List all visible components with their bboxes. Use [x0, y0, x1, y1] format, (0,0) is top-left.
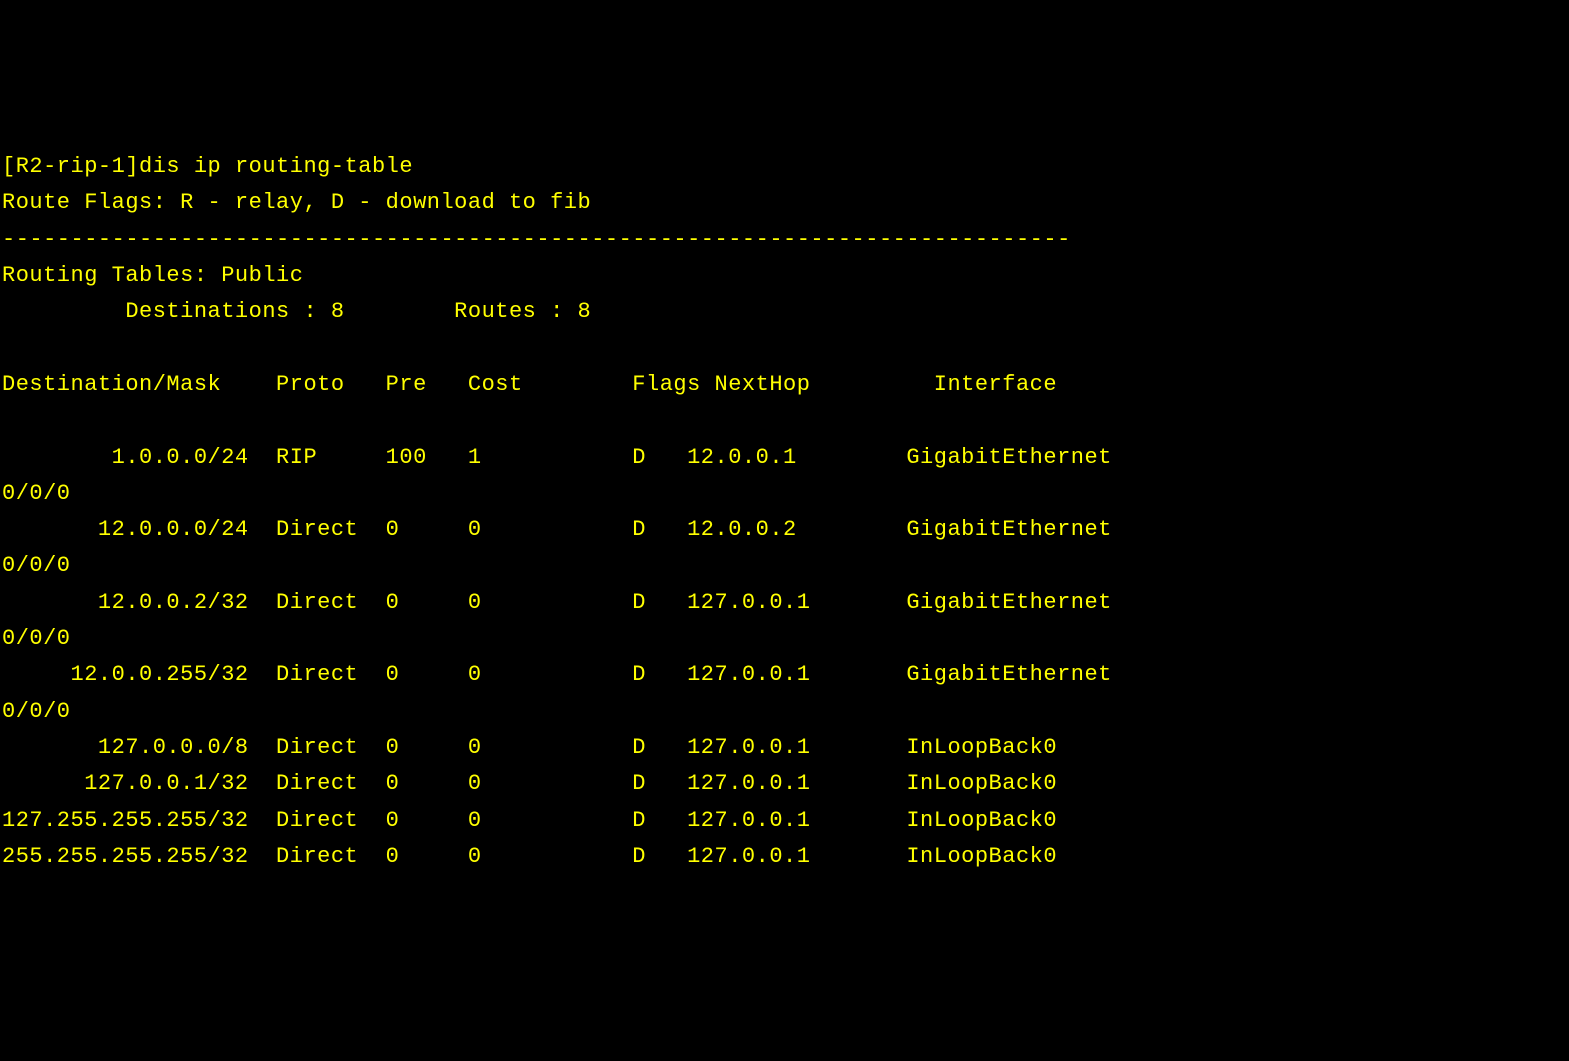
summary-line: Destinations : 8 Routes : 8 [2, 299, 591, 324]
prompt: [R2-rip-1] [2, 154, 139, 179]
routing-rows: 1.0.0.0/24 RIP 100 1 D 12.0.0.1 GigabitE… [2, 445, 1112, 869]
routing-table-header: Routing Tables: Public [2, 263, 303, 288]
command: dis ip routing-table [139, 154, 413, 179]
column-headers: Destination/Mask Proto Pre Cost Flags Ne… [2, 372, 1057, 397]
flags-legend: Route Flags: R - relay, D - download to … [2, 190, 591, 215]
terminal-output: [R2-rip-1]dis ip routing-table Route Fla… [2, 149, 1569, 875]
separator-line: ----------------------------------------… [2, 227, 1071, 252]
